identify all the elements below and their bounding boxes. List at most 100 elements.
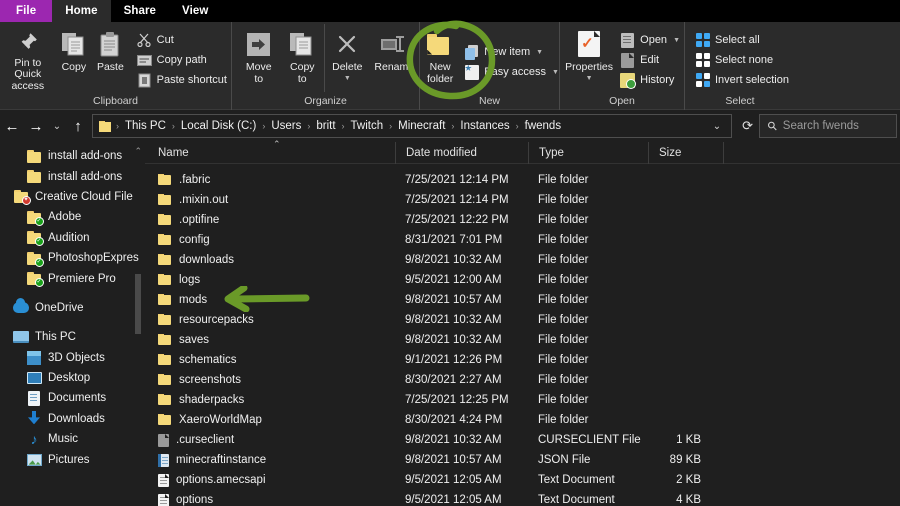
sidebar-item-onedrive[interactable]: OneDrive xyxy=(0,298,145,318)
table-row[interactable]: XaeroWorldMap 8/30/2021 4:24 PM File fol… xyxy=(145,410,900,430)
column-header-type[interactable]: Type xyxy=(528,141,648,164)
properties-caret-icon[interactable]: ▼ xyxy=(586,75,593,82)
sidebar-item-audition[interactable]: ✓ Audition xyxy=(0,228,145,248)
recent-locations-chevron-down-icon[interactable]: ⌄ xyxy=(48,113,66,139)
open-dropdown-icon[interactable]: ▼ xyxy=(673,37,680,44)
file-explorer-window: File Home Share View Pin to Quick access xyxy=(0,0,900,506)
properties-button[interactable]: ✓ Properties ▼ xyxy=(564,24,614,92)
table-row[interactable]: options.amecsapi 9/5/2021 12:05 AM Text … xyxy=(145,470,900,490)
edit-button[interactable]: Edit xyxy=(616,51,684,69)
column-header-date-modified[interactable]: Date modified xyxy=(395,141,528,164)
copy-to-button[interactable]: Copy to xyxy=(281,24,325,92)
path-chevron-down-icon[interactable]: ⌄ xyxy=(705,121,729,132)
sidebar-item-install-add-ons-1[interactable]: install add-ons xyxy=(0,146,145,166)
file-name: config xyxy=(179,234,210,246)
file-list-pane: Name ⌃ Date modified Type Size .fabric 7… xyxy=(145,139,900,506)
paste-shortcut-button[interactable]: Paste shortcut xyxy=(133,71,231,89)
column-header-size[interactable]: Size xyxy=(648,141,723,164)
breadcrumb-item-this-pc[interactable]: This PC xyxy=(120,120,171,132)
select-all-label: Select all xyxy=(715,34,760,46)
table-row[interactable]: config 8/31/2021 7:01 PM File folder xyxy=(145,230,900,250)
creative-cloud-folder-icon: ✦ xyxy=(12,189,31,206)
file-name-cell: shaderpacks xyxy=(145,393,395,407)
table-row[interactable]: logs 9/5/2021 12:00 AM File folder xyxy=(145,270,900,290)
sidebar-item-creative-cloud-file[interactable]: ✦ Creative Cloud File xyxy=(0,187,145,207)
nav-scrollbar-thumb[interactable] xyxy=(135,274,141,334)
file-name-cell: config xyxy=(145,233,395,247)
table-row[interactable]: screenshots 8/30/2021 2:27 AM File folde… xyxy=(145,370,900,390)
breadcrumb-path-box[interactable]: › This PC › Local Disk (C:) › Users › br… xyxy=(92,114,733,138)
sidebar-item-music[interactable]: ♪ Music xyxy=(0,429,145,449)
invert-selection-button[interactable]: Invert selection xyxy=(691,71,793,89)
tab-home[interactable]: Home xyxy=(52,0,111,22)
sidebar-item-label: Premiere Pro xyxy=(48,272,116,285)
new-item-button[interactable]: New item ▼ xyxy=(460,43,563,61)
easy-access-button[interactable]: Easy access ▼ xyxy=(460,63,563,81)
breadcrumb-item-minecraft[interactable]: Minecraft xyxy=(393,120,450,132)
table-row[interactable]: schematics 9/1/2021 12:26 PM File folder xyxy=(145,350,900,370)
back-arrow-icon[interactable]: ← xyxy=(0,113,24,139)
history-button[interactable]: History xyxy=(616,71,684,89)
sidebar-item-downloads[interactable]: Downloads xyxy=(0,409,145,429)
breadcrumb-item-twitch[interactable]: Twitch xyxy=(346,120,389,132)
nav-pane-scrollbar[interactable] xyxy=(135,142,141,506)
history-icon xyxy=(620,72,637,89)
table-row[interactable]: shaderpacks 7/25/2021 12:25 PM File fold… xyxy=(145,390,900,410)
table-row[interactable]: options 9/5/2021 12:05 AM Text Document … xyxy=(145,490,900,506)
select-none-button[interactable]: Select none xyxy=(691,51,793,69)
sidebar-item-install-add-ons-2[interactable]: install add-ons xyxy=(0,166,145,186)
breadcrumb-item-local-disk[interactable]: Local Disk (C:) xyxy=(176,120,261,132)
up-arrow-icon[interactable]: ↑ xyxy=(66,113,90,139)
breadcrumb-item-users[interactable]: Users xyxy=(266,120,306,132)
table-row[interactable]: .optifine 7/25/2021 12:22 PM File folder xyxy=(145,210,900,230)
sidebar-item-this-pc[interactable]: This PC xyxy=(0,327,145,347)
delete-caret-icon[interactable]: ▼ xyxy=(344,75,351,82)
file-name-cell: options.amecsapi xyxy=(145,473,395,487)
pin-to-quick-access-button[interactable]: Pin to Quick access xyxy=(0,24,56,92)
file-name: .optifine xyxy=(179,214,220,226)
table-row[interactable]: saves 9/8/2021 10:32 AM File folder xyxy=(145,330,900,350)
breadcrumb-item-britt[interactable]: britt xyxy=(311,120,340,132)
sidebar-item-documents[interactable]: Documents xyxy=(0,388,145,408)
forward-arrow-icon[interactable]: → xyxy=(24,113,48,139)
properties-icon: ✓ xyxy=(578,29,601,59)
new-item-dropdown-icon[interactable]: ▼ xyxy=(536,49,543,56)
table-row-mods[interactable]: mods 9/8/2021 10:57 AM File folder xyxy=(145,290,900,310)
table-row[interactable]: resourcepacks 9/8/2021 10:32 AM File fol… xyxy=(145,310,900,330)
invert-selection-label: Invert selection xyxy=(715,74,789,86)
tab-view[interactable]: View xyxy=(169,0,221,22)
sidebar-item-adobe[interactable]: ✓ Adobe xyxy=(0,207,145,227)
select-all-button[interactable]: Select all xyxy=(691,31,793,49)
column-header-name[interactable]: Name ⌃ xyxy=(145,139,395,164)
file-type: File folder xyxy=(538,294,589,306)
table-row[interactable]: .mixin.out 7/25/2021 12:14 PM File folde… xyxy=(145,190,900,210)
breadcrumb-item-fwends[interactable]: fwends xyxy=(520,120,566,132)
file-type: File folder xyxy=(538,394,589,406)
column-header-name-label: Name xyxy=(158,146,189,159)
rename-button[interactable]: Rename xyxy=(370,24,419,92)
table-row[interactable]: .curseclient 9/8/2021 10:32 AM CURSECLIE… xyxy=(145,430,900,450)
cut-button[interactable]: Cut xyxy=(133,31,231,49)
sidebar-item-desktop[interactable]: Desktop xyxy=(0,368,145,388)
refresh-icon[interactable]: ⟳ xyxy=(736,118,759,134)
tab-share[interactable]: Share xyxy=(111,0,169,22)
new-folder-button[interactable]: New folder xyxy=(426,24,454,92)
table-row[interactable]: minecraftinstance 9/8/2021 10:57 AM JSON… xyxy=(145,450,900,470)
tab-file[interactable]: File xyxy=(0,0,53,22)
search-input[interactable]: ⚲ Search fwends xyxy=(759,114,897,138)
sidebar-item-premiere-pro[interactable]: ✓ Premiere Pro xyxy=(0,268,145,288)
paste-button[interactable]: Paste xyxy=(92,24,129,92)
move-to-button[interactable]: Move to xyxy=(237,24,281,92)
easy-access-dropdown-icon[interactable]: ▼ xyxy=(552,69,559,76)
sidebar-item-photoshop-express[interactable]: ✓ PhotoshopExpres xyxy=(0,248,145,268)
file-type: Text Document xyxy=(538,474,615,486)
copy-path-button[interactable]: Copy path xyxy=(133,51,231,69)
copy-button[interactable]: Copy xyxy=(56,24,93,92)
table-row[interactable]: downloads 9/8/2021 10:32 AM File folder xyxy=(145,250,900,270)
delete-button[interactable]: Delete ▼ xyxy=(324,24,370,92)
sidebar-item-pictures[interactable]: Pictures xyxy=(0,449,145,469)
breadcrumb-item-instances[interactable]: Instances xyxy=(455,120,514,132)
sidebar-item-3d-objects[interactable]: 3D Objects xyxy=(0,348,145,368)
table-row[interactable]: .fabric 7/25/2021 12:14 PM File folder xyxy=(145,170,900,190)
open-button[interactable]: Open ▼ xyxy=(616,31,684,49)
